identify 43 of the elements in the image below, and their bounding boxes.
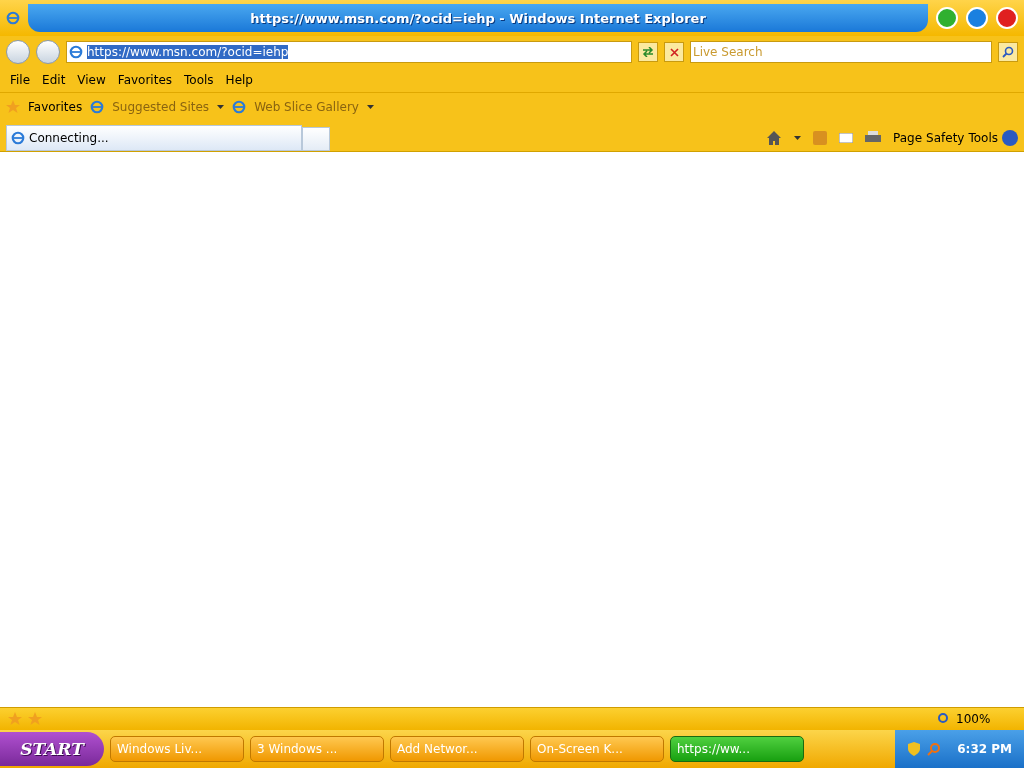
search-icon <box>1002 46 1014 58</box>
start-button[interactable]: START <box>0 732 104 766</box>
refresh-icon <box>642 47 654 57</box>
home-icon[interactable] <box>766 130 782 146</box>
shield-icon[interactable] <box>907 742 922 756</box>
zoom-level[interactable]: 100% <box>956 712 1016 726</box>
star-icon <box>6 100 20 114</box>
browser-tab[interactable]: Connecting... <box>6 125 302 151</box>
window-title: https://www.msn.com/?ocid=iehp - Windows Internet Explorer <box>28 4 928 32</box>
menu-item[interactable]: Tools <box>178 73 220 87</box>
close-icon <box>669 47 679 57</box>
caret-icon[interactable] <box>366 105 374 109</box>
ie-logo-icon <box>69 45 83 59</box>
mail-icon[interactable] <box>839 133 853 143</box>
ie-logo-icon <box>232 100 247 114</box>
stop-button[interactable] <box>664 42 684 62</box>
maximize-icon[interactable] <box>966 7 988 29</box>
ie-logo-icon <box>90 100 105 114</box>
command-menu[interactable]: Page <box>893 131 923 145</box>
clock[interactable]: 6:32 PM <box>957 742 1012 756</box>
forward-icon[interactable] <box>36 40 60 64</box>
menu-item[interactable]: Edit <box>36 73 72 87</box>
back-icon[interactable] <box>6 40 30 64</box>
command-menu[interactable]: Tools <box>968 131 998 145</box>
star-icon <box>28 712 42 726</box>
printer-icon[interactable] <box>865 131 881 145</box>
star-icon <box>8 712 22 726</box>
menu-item[interactable]: Favorites <box>111 73 179 87</box>
menu-item[interactable]: Help <box>219 73 259 87</box>
ie-logo-icon <box>6 11 20 25</box>
menu-item[interactable]: View <box>71 73 112 87</box>
refresh-button[interactable] <box>638 42 658 62</box>
favorites-button[interactable]: Favorites <box>28 100 83 114</box>
caret-icon[interactable] <box>794 136 801 140</box>
minimize-icon[interactable] <box>936 7 958 29</box>
search-button[interactable] <box>998 42 1018 62</box>
address-field[interactable]: https://www.msn.com/?ocid=iehp <box>66 41 632 63</box>
ie-logo-icon <box>11 131 25 145</box>
zoom-icon[interactable] <box>938 713 950 725</box>
command-menu[interactable]: Safety <box>926 131 965 145</box>
menu-item[interactable]: File <box>4 73 37 87</box>
close-icon[interactable] <box>996 7 1018 29</box>
caret-icon[interactable] <box>217 105 225 109</box>
